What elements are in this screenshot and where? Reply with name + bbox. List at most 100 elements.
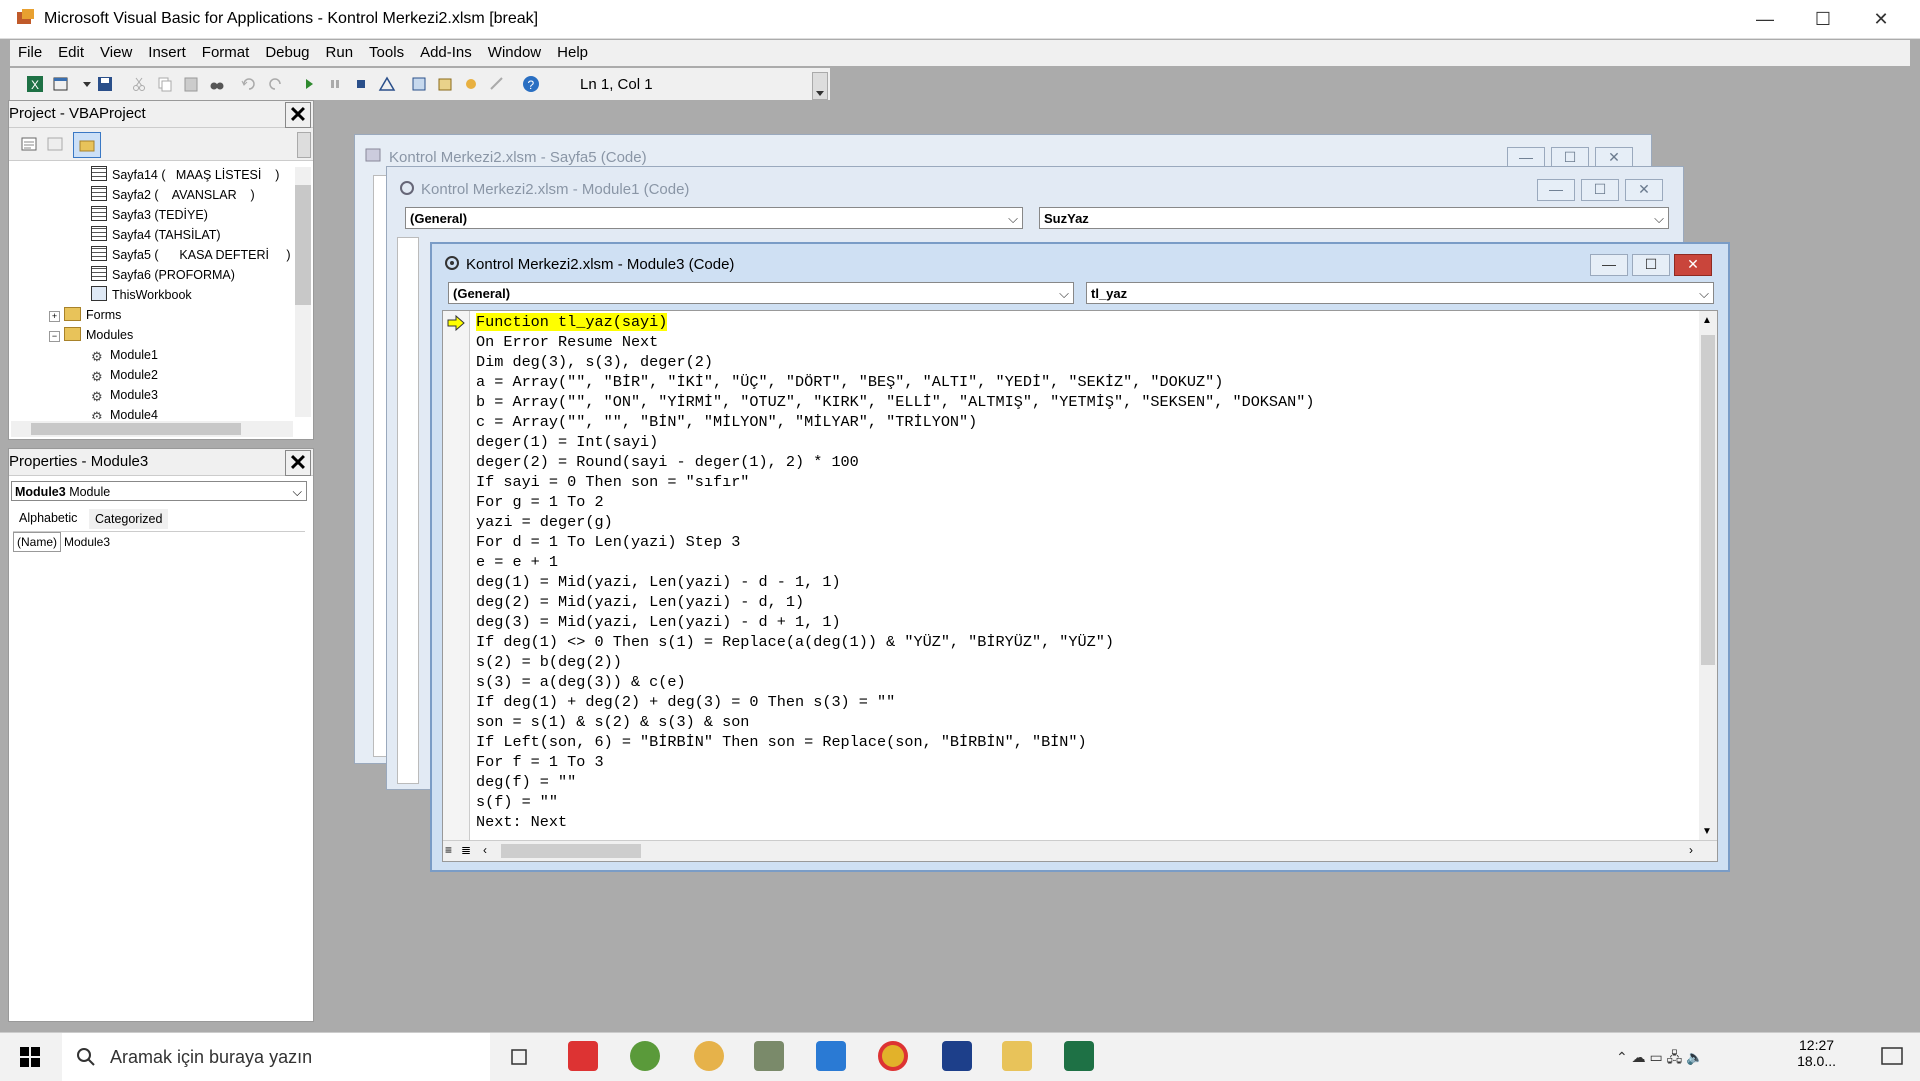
code-line[interactable]: deg(2) = Mid(yazi, Len(yazi) - d, 1) bbox=[476, 592, 1315, 612]
save-icon[interactable] bbox=[96, 75, 114, 93]
project-tree-vscrollbar[interactable] bbox=[295, 167, 311, 417]
menu-insert[interactable]: Insert bbox=[140, 40, 194, 61]
code-line[interactable]: Dim deg(3), s(3), deger(2) bbox=[476, 352, 1315, 372]
insert-module-icon[interactable] bbox=[52, 75, 70, 93]
module1-procedure-combo[interactable]: SuzYaz ⌵ bbox=[1039, 207, 1669, 229]
tree-item-sayfa3[interactable]: Sayfa3 (TEDİYE) bbox=[45, 205, 295, 225]
module1-minimize-button[interactable]: — bbox=[1537, 179, 1575, 201]
code-line[interactable]: If Left(son, 6) = "BİRBİN" Then son = Re… bbox=[476, 732, 1315, 752]
menu-tools[interactable]: Tools bbox=[361, 40, 412, 61]
redo-icon[interactable] bbox=[266, 75, 284, 93]
module3-procedure-combo[interactable]: tl_yaz ⌵ bbox=[1086, 282, 1714, 304]
system-tray[interactable]: ⌃ ☁ ▭ 🖧 🔈 bbox=[1616, 1047, 1704, 1071]
menu-view[interactable]: View bbox=[92, 40, 140, 61]
code-line[interactable]: For f = 1 To 3 bbox=[476, 752, 1315, 772]
scroll-left-icon[interactable]: ‹ bbox=[483, 843, 487, 857]
design-mode-icon[interactable] bbox=[378, 75, 396, 93]
tree-item-sayfa14[interactable]: Sayfa14 ( MAAŞ LİSTESİ ) bbox=[45, 165, 295, 185]
code-line[interactable]: son = s(1) & s(2) & s(3) & son bbox=[476, 712, 1315, 732]
module3-close-button[interactable]: ✕ bbox=[1674, 254, 1712, 276]
tree-item-sayfa4[interactable]: Sayfa4 (TAHSİLAT) bbox=[45, 225, 295, 245]
object-browser-icon[interactable] bbox=[462, 75, 480, 93]
margin-indicator-bar[interactable] bbox=[443, 311, 470, 841]
property-row-name[interactable]: (Name) Module3 bbox=[13, 531, 305, 552]
vscroll-thumb[interactable] bbox=[1701, 335, 1715, 665]
menu-window[interactable]: Window bbox=[480, 40, 549, 61]
code-line[interactable]: s(2) = b(deg(2)) bbox=[476, 652, 1315, 672]
procedure-view-button[interactable]: ≡ bbox=[445, 843, 452, 857]
properties-window-icon[interactable] bbox=[436, 75, 454, 93]
run-icon[interactable] bbox=[300, 75, 318, 93]
mail-icon[interactable] bbox=[816, 1041, 846, 1071]
windows-start-icon[interactable] bbox=[20, 1047, 40, 1067]
taskbar-app-1-icon[interactable] bbox=[568, 1041, 598, 1071]
copy-icon[interactable] bbox=[156, 75, 174, 93]
menu-run[interactable]: Run bbox=[318, 40, 362, 61]
chrome-icon[interactable] bbox=[878, 1041, 908, 1071]
tree-item-sayfa2[interactable]: Sayfa2 ( AVANSLAR ) bbox=[45, 185, 295, 205]
module1-maximize-button[interactable]: ☐ bbox=[1581, 179, 1619, 201]
menu-edit[interactable]: Edit bbox=[50, 40, 92, 61]
menu-debug[interactable]: Debug bbox=[257, 40, 317, 61]
tree-item-module1[interactable]: ⚙ Module1 bbox=[45, 345, 295, 365]
module1-object-combo[interactable]: (General) ⌵ bbox=[405, 207, 1023, 229]
view-object-icon[interactable] bbox=[47, 136, 63, 152]
project-tree-hscrollbar[interactable] bbox=[11, 421, 293, 437]
taskbar-app-3-icon[interactable] bbox=[694, 1041, 724, 1071]
code-line[interactable]: deg(f) = "" bbox=[476, 772, 1315, 792]
hscroll-thumb[interactable] bbox=[31, 423, 241, 435]
find-icon[interactable] bbox=[208, 75, 226, 93]
project-panel-close-button[interactable]: ✕ bbox=[285, 102, 311, 128]
tree-item-modules[interactable]: − Modules bbox=[45, 325, 295, 345]
properties-panel-close-button[interactable]: ✕ bbox=[285, 450, 311, 476]
notification-icon[interactable] bbox=[1880, 1045, 1904, 1069]
module3-object-combo[interactable]: (General) ⌵ bbox=[448, 282, 1074, 304]
code-line[interactable]: e = e + 1 bbox=[476, 552, 1315, 572]
code-line[interactable]: Function tl_yaz(sayi) bbox=[476, 312, 1315, 332]
code-line[interactable]: deg(1) = Mid(yazi, Len(yazi) - d - 1, 1) bbox=[476, 572, 1315, 592]
code-line[interactable]: deg(3) = Mid(yazi, Len(yazi) - d + 1, 1) bbox=[476, 612, 1315, 632]
tab-categorized[interactable]: Categorized bbox=[89, 509, 169, 529]
code-line[interactable]: s(3) = a(deg(3)) & c(e) bbox=[476, 672, 1315, 692]
cut-icon[interactable] bbox=[130, 75, 148, 93]
menu-add-ins[interactable]: Add-Ins bbox=[412, 40, 480, 61]
maximize-button[interactable]: ☐ bbox=[1794, 0, 1852, 38]
tree-item-sayfa5[interactable]: Sayfa5 ( KASA DEFTERİ ) bbox=[45, 245, 295, 265]
vba-taskbar-icon[interactable] bbox=[942, 1041, 972, 1071]
code-line[interactable]: For g = 1 To 2 bbox=[476, 492, 1315, 512]
taskbar-search-box[interactable]: Aramak için buraya yazın bbox=[62, 1033, 490, 1081]
tree-item-sayfa6[interactable]: Sayfa6 (PROFORMA) bbox=[45, 265, 295, 285]
scroll-right-icon[interactable]: › bbox=[1689, 843, 1693, 857]
project-explorer-icon[interactable] bbox=[410, 75, 428, 93]
help-icon[interactable]: ? bbox=[522, 75, 540, 93]
code-hscrollbar[interactable]: ≡ ≣ ‹ › bbox=[443, 840, 1717, 861]
tab-alphabetic[interactable]: Alphabetic bbox=[13, 507, 84, 529]
tree-item-thisworkbook[interactable]: ThisWorkbook bbox=[45, 285, 295, 305]
module3-minimize-button[interactable]: — bbox=[1590, 254, 1628, 276]
paste-icon[interactable] bbox=[182, 75, 200, 93]
code-line[interactable]: a = Array("", "BİR", "İKİ", "ÜÇ", "DÖRT"… bbox=[476, 372, 1315, 392]
code-line[interactable]: If sayi = 0 Then son = "sıfır" bbox=[476, 472, 1315, 492]
code-line[interactable]: s(f) = "" bbox=[476, 792, 1315, 812]
code-line[interactable]: yazi = deger(g) bbox=[476, 512, 1315, 532]
taskbar-app-2-icon[interactable] bbox=[630, 1041, 660, 1071]
task-view-icon[interactable] bbox=[508, 1047, 530, 1067]
code-line[interactable]: deger(2) = Round(sayi - deger(1), 2) * 1… bbox=[476, 452, 1315, 472]
break-icon[interactable] bbox=[326, 75, 344, 93]
menu-format[interactable]: Format bbox=[194, 40, 258, 61]
toggle-folders-button[interactable] bbox=[73, 132, 101, 158]
hscroll-thumb[interactable] bbox=[501, 844, 641, 858]
code-vscrollbar[interactable]: ▲ ▼ bbox=[1699, 311, 1717, 841]
reset-icon[interactable] bbox=[352, 75, 370, 93]
code-line[interactable]: For d = 1 To Len(yazi) Step 3 bbox=[476, 532, 1315, 552]
toolbar-options-button[interactable] bbox=[812, 72, 828, 100]
full-module-view-button[interactable]: ≣ bbox=[461, 843, 471, 857]
code-text[interactable]: Function tl_yaz(sayi) On Error Resume Nex… bbox=[476, 312, 1315, 832]
code-line[interactable]: If deg(1) + deg(2) + deg(3) = 0 Then s(3… bbox=[476, 692, 1315, 712]
taskbar-clock[interactable]: 12:27 18.0... bbox=[1797, 1037, 1836, 1069]
toolbox-icon[interactable] bbox=[488, 75, 506, 93]
code-line[interactable]: On Error Resume Next bbox=[476, 332, 1315, 352]
code-line[interactable]: deger(1) = Int(sayi) bbox=[476, 432, 1315, 452]
code-line[interactable]: If deg(1) <> 0 Then s(1) = Replace(a(deg… bbox=[476, 632, 1315, 652]
file-explorer-icon[interactable] bbox=[1002, 1041, 1032, 1071]
